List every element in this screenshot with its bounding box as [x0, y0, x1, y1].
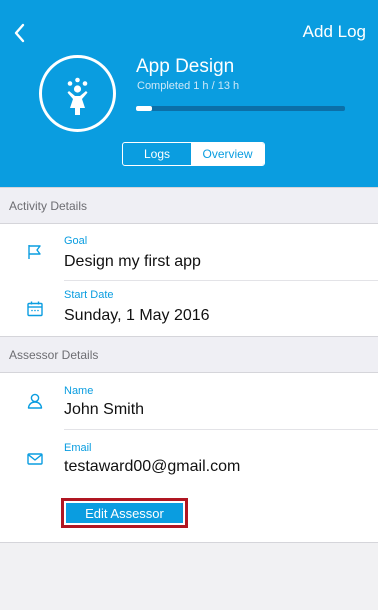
- goal-label: Goal: [64, 235, 88, 247]
- flag-icon: [28, 245, 41, 259]
- activity-header: Add Log App Design Completed 1 h / 13 h …: [0, 0, 378, 187]
- add-log-button[interactable]: Add Log: [303, 22, 366, 42]
- assessor-email-label: Email: [64, 442, 92, 454]
- goal-value: Design my first app: [64, 253, 201, 270]
- activity-details-heading: Activity Details: [0, 187, 378, 224]
- juggler-icon: [67, 77, 88, 115]
- activity-avatar: [39, 55, 116, 132]
- assessor-details-heading: Assessor Details: [0, 336, 378, 373]
- goal-row[interactable]: Goal Design my first app: [0, 224, 378, 280]
- edit-assessor-button[interactable]: Edit Assessor: [66, 503, 183, 523]
- progress-fill: [136, 106, 153, 111]
- start-date-value: Sunday, 1 May 2016: [64, 307, 210, 324]
- view-segmented-control: Logs Overview: [122, 142, 265, 166]
- assessor-name-row[interactable]: Name John Smith: [0, 373, 378, 429]
- tab-overview[interactable]: Overview: [191, 143, 264, 165]
- chevron-left-icon: [14, 23, 25, 43]
- assessor-name-value: John Smith: [64, 401, 145, 418]
- back-button[interactable]: [10, 20, 32, 46]
- progress-bar: [136, 106, 345, 111]
- assessor-email-row[interactable]: Email testaward00@gmail.com: [0, 430, 378, 486]
- edit-assessor-highlight: Edit Assessor: [61, 498, 188, 528]
- activity-title: App Design: [136, 56, 235, 77]
- completed-hours-text: Completed 1 h / 13 h: [137, 80, 240, 92]
- assessor-email-value: testaward00@gmail.com: [64, 458, 241, 475]
- activity-details-list: Goal Design my first app Start Date Sund…: [0, 224, 378, 336]
- start-date-label: Start Date: [64, 289, 114, 301]
- assessor-details-list: Name John Smith Email testaward00@gmail.…: [0, 373, 378, 543]
- mail-icon: [27, 453, 43, 465]
- assessor-name-label: Name: [64, 385, 94, 397]
- start-date-row[interactable]: Start Date Sunday, 1 May 2016: [0, 281, 378, 337]
- user-icon: [27, 393, 43, 409]
- tab-logs[interactable]: Logs: [123, 143, 191, 165]
- calendar-icon: [27, 301, 43, 317]
